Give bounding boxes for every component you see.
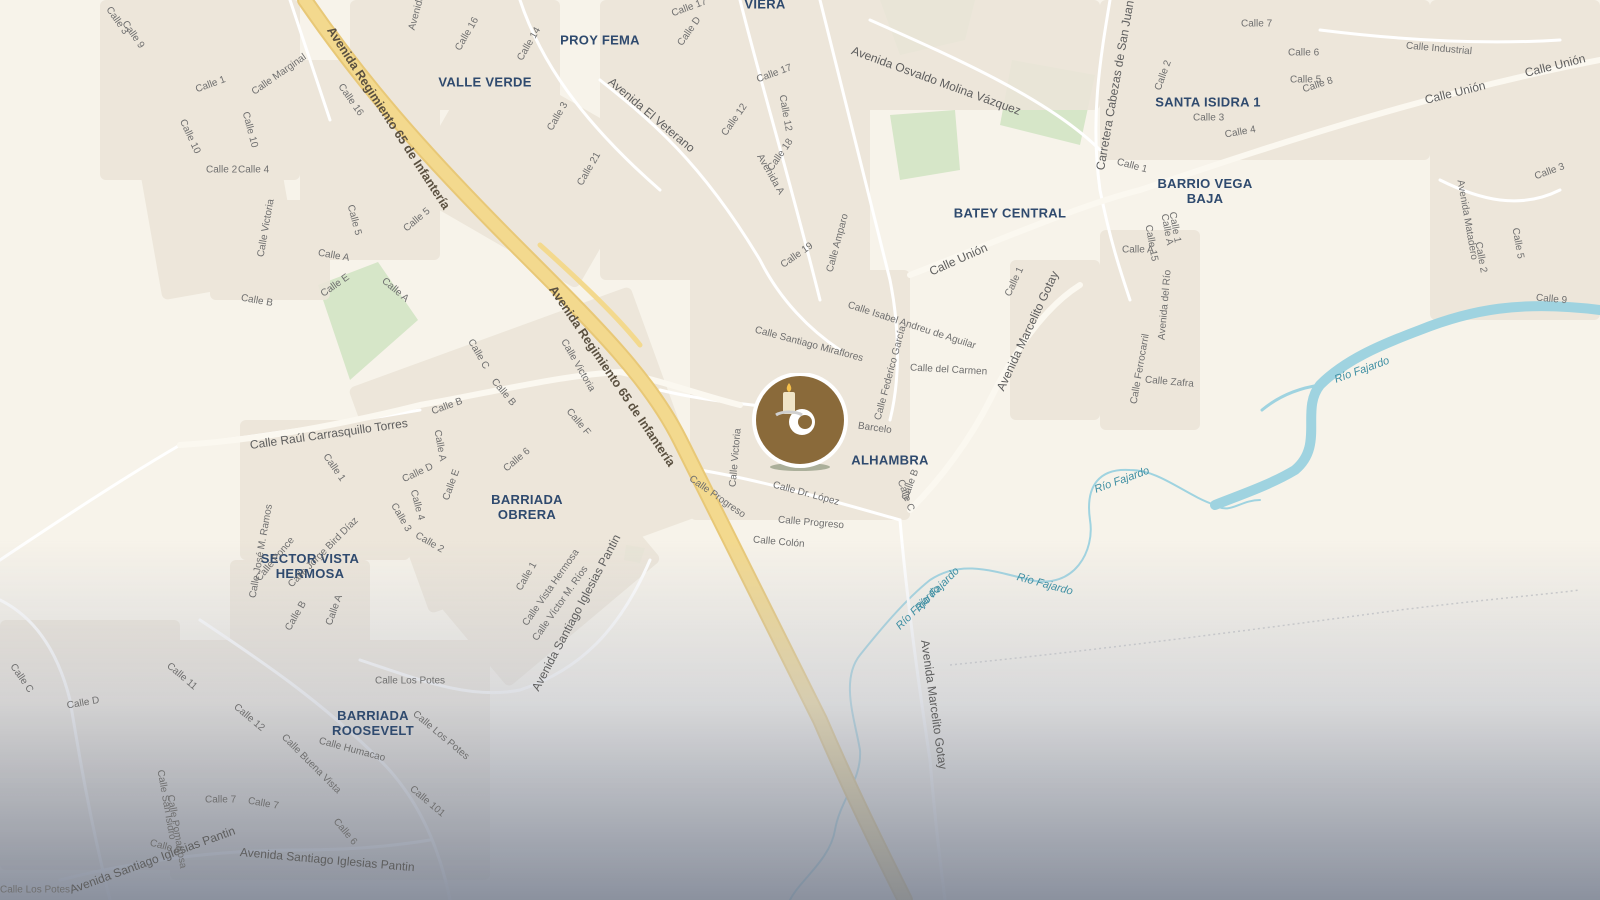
neighborhood-label: ALHAMBRA — [851, 452, 929, 468]
street-label: Calle 3 — [1193, 112, 1225, 124]
neighborhood-label: PROY FEMA — [560, 32, 640, 48]
neighborhood-label: BATEY CENTRAL — [953, 205, 1067, 221]
neighborhood-label: BARRIADA OBRERA — [491, 492, 563, 522]
street-label: Calle Los Potes — [0, 884, 71, 896]
street-label: Calle 7 — [1241, 18, 1273, 30]
street-label: Calle 5 — [1290, 74, 1322, 86]
street-label: Calle A — [1122, 244, 1154, 256]
map-location-marker[interactable] — [746, 372, 856, 483]
street-label: Calle 6 — [1288, 47, 1320, 59]
street-label: Calle 7 — [205, 794, 237, 806]
neighborhood-label: BARRIADA ROOSEVELT — [332, 708, 414, 738]
candle-icon — [752, 372, 848, 471]
street-label: Calle Los Potes — [375, 675, 446, 687]
neighborhood-label: BARRIO VEGA BAJA — [1157, 176, 1253, 206]
street-label: Calle 2 — [206, 164, 238, 176]
map-canvas[interactable]: VIERA PROY FEMA VALLE VERDE SANTA ISIDRA 1 B… — [0, 0, 1600, 900]
neighborhood-label: VALLE VERDE — [438, 74, 532, 90]
street-label: Calle 4 — [238, 164, 270, 176]
neighborhood-label: SANTA ISIDRA 1 — [1155, 94, 1261, 110]
neighborhood-label: VIERA — [744, 0, 786, 12]
